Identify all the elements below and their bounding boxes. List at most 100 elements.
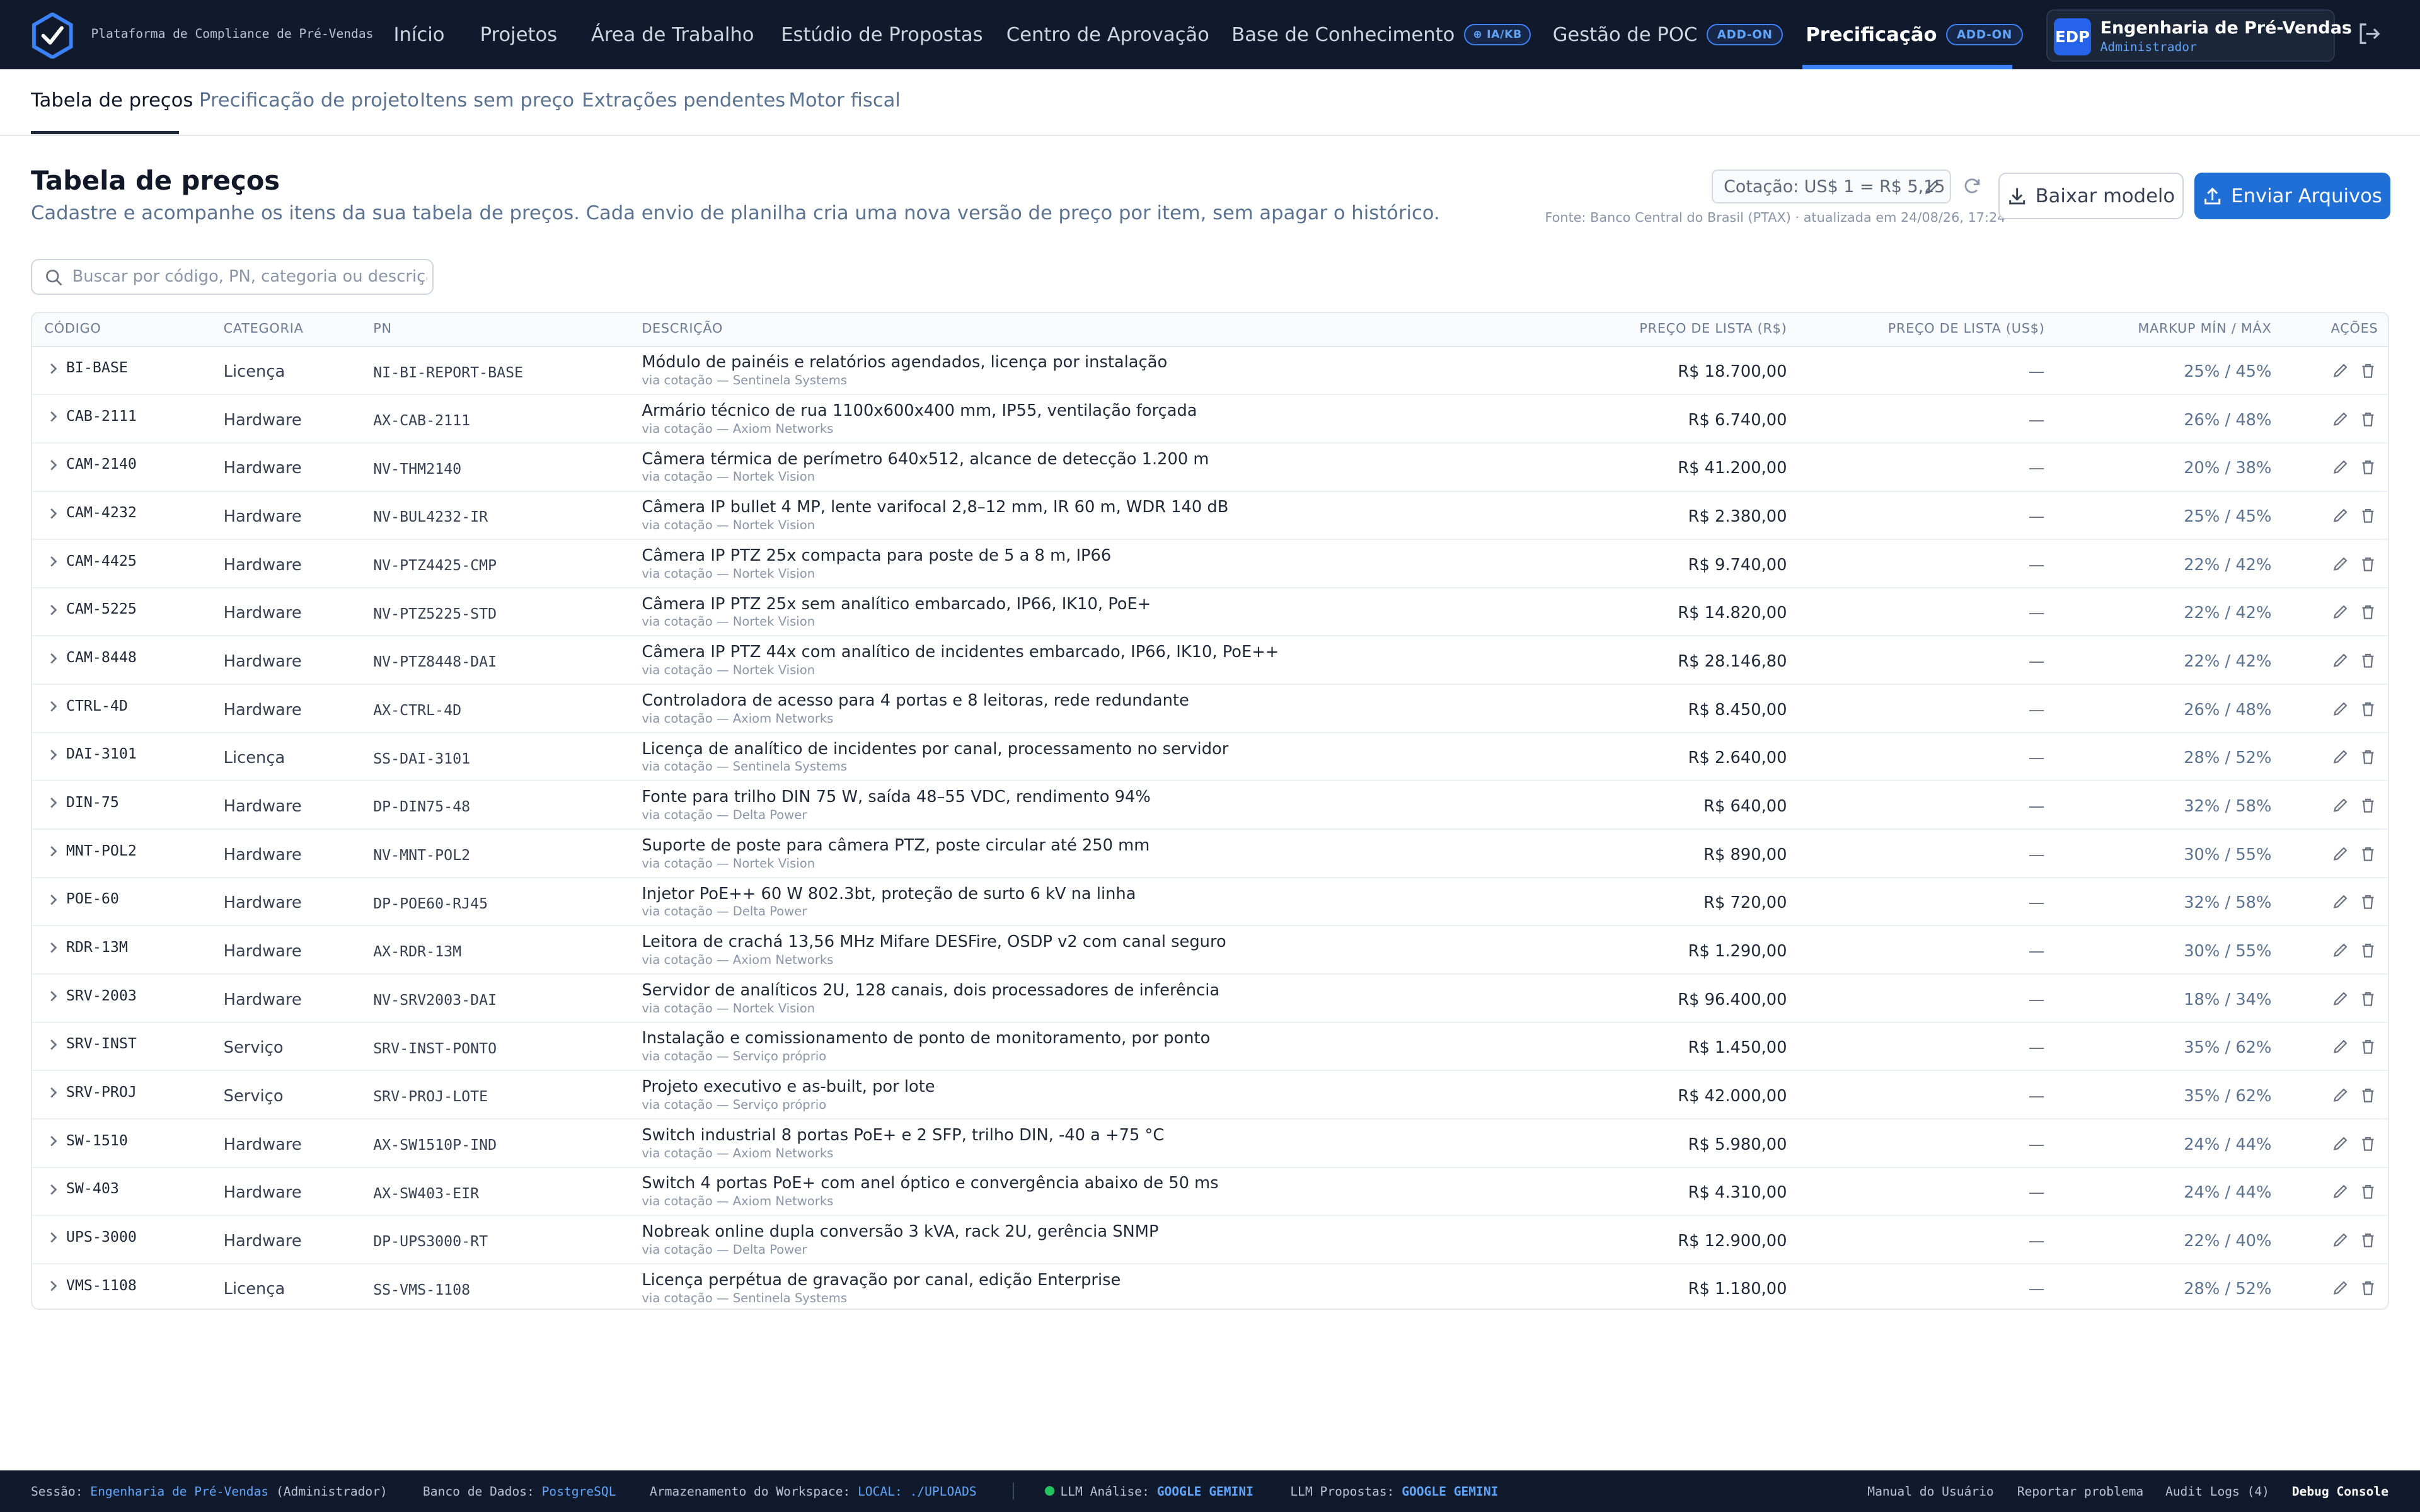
nav-area-de-trabalho[interactable]: Área de Trabalho xyxy=(591,0,754,69)
header-preco-brl[interactable]: PREÇO DE LISTA (R$) xyxy=(1639,321,1787,336)
chevron-right-icon[interactable] xyxy=(47,795,60,810)
table-row[interactable]: CAB-2111 Hardware AX-CAB-2111 Armário técni… xyxy=(32,395,2388,444)
debug-console-link[interactable]: Debug Console xyxy=(2292,1484,2388,1499)
upload-files-button[interactable]: Enviar Arquivos xyxy=(2194,173,2391,219)
table-row[interactable]: VMS-1108 Licença SS-VMS-1108 Licença perpét… xyxy=(32,1264,2388,1309)
chevron-right-icon[interactable] xyxy=(47,506,60,521)
pencil-icon[interactable] xyxy=(2332,701,2349,718)
user-menu[interactable]: EDP Engenharia de Pré-Vendas Administrad… xyxy=(2046,9,2352,62)
trash-icon[interactable] xyxy=(2360,411,2377,428)
tab-motor-fiscal[interactable]: Motor fiscal xyxy=(788,89,901,112)
nav-precificacao[interactable]: Precificação ADD-ON xyxy=(1806,0,2023,69)
pencil-icon[interactable] xyxy=(2332,845,2349,862)
table-row[interactable]: DAI-3101 Licença SS-DAI-3101 Licença de ana… xyxy=(32,733,2388,782)
nav-base-de-conhecimento[interactable]: Base de Conhecimento ⊕ IA/KB xyxy=(1231,0,1531,69)
pencil-icon[interactable] xyxy=(2332,797,2349,814)
table-row[interactable]: SRV-PROJ Serviço SRV-PROJ-LOTE Projeto exec… xyxy=(32,1071,2388,1120)
trash-icon[interactable] xyxy=(2360,556,2377,573)
chevron-right-icon[interactable] xyxy=(47,747,60,762)
tab-precificacao-de-projeto[interactable]: Precificação de projeto xyxy=(199,89,419,112)
chevron-right-icon[interactable] xyxy=(47,699,60,714)
table-row[interactable]: CAM-5225 Hardware NV-PTZ5225-STD Câmera IP … xyxy=(32,588,2388,637)
nav-projetos[interactable]: Projetos xyxy=(480,0,558,69)
table-row[interactable]: CAM-2140 Hardware NV-THM2140 Câmera térmica… xyxy=(32,444,2388,492)
trash-icon[interactable] xyxy=(2360,1232,2377,1249)
chevron-right-icon[interactable] xyxy=(47,988,60,1004)
header-descricao[interactable]: DESCRIÇÃO xyxy=(642,321,723,336)
pencil-icon[interactable] xyxy=(2332,1087,2349,1104)
pencil-icon[interactable] xyxy=(2332,942,2349,959)
trash-icon[interactable] xyxy=(2360,990,2377,1007)
chevron-right-icon[interactable] xyxy=(47,361,60,376)
trash-icon[interactable] xyxy=(2360,1183,2377,1200)
nav-gestao-de-poc[interactable]: Gestão de POC ADD-ON xyxy=(1553,0,1783,69)
audit-logs-link[interactable]: Audit Logs (4) xyxy=(2165,1484,2269,1499)
trash-icon[interactable] xyxy=(2360,507,2377,524)
pencil-icon[interactable] xyxy=(1923,179,1940,196)
nav-centro-de-aprovacao[interactable]: Centro de Aprovação xyxy=(1006,0,1209,69)
trash-icon[interactable] xyxy=(2360,893,2377,910)
header-markup[interactable]: MARKUP MÍN / MÁX xyxy=(2138,321,2271,336)
pencil-icon[interactable] xyxy=(2332,411,2349,428)
nav-estudio-de-propostas[interactable]: Estúdio de Propostas xyxy=(781,0,982,69)
tab-tabela-de-precos[interactable]: Tabela de preços xyxy=(31,89,193,112)
pencil-icon[interactable] xyxy=(2332,1183,2349,1200)
chevron-right-icon[interactable] xyxy=(47,1037,60,1052)
refresh-icon[interactable] xyxy=(1962,176,1982,196)
logout-icon[interactable] xyxy=(2357,21,2382,46)
trash-icon[interactable] xyxy=(2360,1038,2377,1055)
chevron-right-icon[interactable] xyxy=(47,1085,60,1100)
table-row[interactable]: SW-403 Hardware AX-SW403-EIR Switch 4 porta… xyxy=(32,1168,2388,1217)
chevron-right-icon[interactable] xyxy=(47,409,60,424)
pencil-icon[interactable] xyxy=(2332,1280,2349,1297)
chevron-right-icon[interactable] xyxy=(47,940,60,955)
download-template-button[interactable]: Baixar modelo xyxy=(1998,173,2184,219)
user-manual-link[interactable]: Manual do Usuário xyxy=(1867,1484,1993,1499)
table-row[interactable]: MNT-POL2 Hardware NV-MNT-POL2 Suporte de po… xyxy=(32,830,2388,878)
trash-icon[interactable] xyxy=(2360,459,2377,476)
pencil-icon[interactable] xyxy=(2332,1232,2349,1249)
chevron-right-icon[interactable] xyxy=(47,554,60,569)
pencil-icon[interactable] xyxy=(2332,893,2349,910)
trash-icon[interactable] xyxy=(2360,748,2377,765)
trash-icon[interactable] xyxy=(2360,942,2377,959)
report-problem-link[interactable]: Reportar problema xyxy=(2017,1484,2143,1499)
trash-icon[interactable] xyxy=(2360,1280,2377,1297)
chevron-right-icon[interactable] xyxy=(47,1230,60,1245)
table-row[interactable]: CTRL-4D Hardware AX-CTRL-4D Controladora de… xyxy=(32,685,2388,733)
chevron-right-icon[interactable] xyxy=(47,892,60,907)
nav-inicio[interactable]: Início xyxy=(393,0,444,69)
table-row[interactable]: UPS-3000 Hardware DP-UPS3000-RT Nobreak onl… xyxy=(32,1216,2388,1264)
table-row[interactable]: SRV-2003 Hardware NV-SRV2003-DAI Servidor d… xyxy=(32,975,2388,1023)
table-row[interactable]: BI-BASE Licença NI-BI-REPORT-BASE Módulo de… xyxy=(32,347,2388,396)
pencil-icon[interactable] xyxy=(2332,990,2349,1007)
chevron-right-icon[interactable] xyxy=(47,602,60,617)
table-row[interactable]: DIN-75 Hardware DP-DIN75-48 Fonte para tril… xyxy=(32,781,2388,830)
trash-icon[interactable] xyxy=(2360,797,2377,814)
trash-icon[interactable] xyxy=(2360,604,2377,621)
chevron-right-icon[interactable] xyxy=(47,1182,60,1197)
header-pn[interactable]: PN xyxy=(373,321,392,336)
table-row[interactable]: CAM-8448 Hardware NV-PTZ8448-DAI Câmera IP … xyxy=(32,636,2388,685)
pencil-icon[interactable] xyxy=(2332,652,2349,669)
header-categoria[interactable]: CATEGORIA xyxy=(224,321,304,336)
pencil-icon[interactable] xyxy=(2332,459,2349,476)
chevron-right-icon[interactable] xyxy=(47,651,60,666)
trash-icon[interactable] xyxy=(2360,362,2377,379)
table-row[interactable]: POE-60 Hardware DP-POE60-RJ45 Injetor PoE++… xyxy=(32,878,2388,927)
pencil-icon[interactable] xyxy=(2332,362,2349,379)
trash-icon[interactable] xyxy=(2360,1087,2377,1104)
chevron-right-icon[interactable] xyxy=(47,844,60,859)
table-row[interactable]: SW-1510 Hardware AX-SW1510P-IND Switch indu… xyxy=(32,1120,2388,1168)
trash-icon[interactable] xyxy=(2360,1135,2377,1152)
table-row[interactable]: CAM-4425 Hardware NV-PTZ4425-CMP Câmera IP … xyxy=(32,540,2388,588)
table-row[interactable]: SRV-INST Serviço SRV-INST-PONTO Instalação … xyxy=(32,1023,2388,1072)
trash-icon[interactable] xyxy=(2360,701,2377,718)
table-row[interactable]: CAM-4232 Hardware NV-BUL4232-IR Câmera IP b… xyxy=(32,492,2388,541)
app-logo-icon[interactable] xyxy=(31,12,74,59)
pencil-icon[interactable] xyxy=(2332,604,2349,621)
header-codigo[interactable]: CÓDIGO xyxy=(45,321,101,336)
trash-icon[interactable] xyxy=(2360,652,2377,669)
table-row[interactable]: RDR-13M Hardware AX-RDR-13M Leitora de crac… xyxy=(32,926,2388,975)
pencil-icon[interactable] xyxy=(2332,556,2349,573)
